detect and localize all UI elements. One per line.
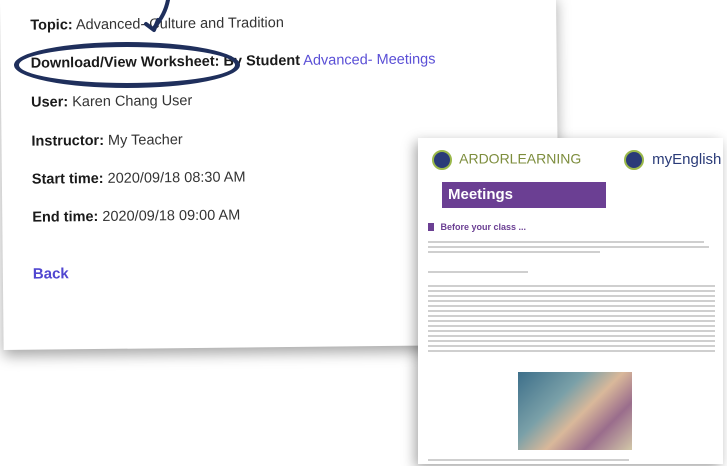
start-time-row: Start time: 2020/09/18 08:30 AM — [32, 169, 246, 187]
section-bullet-icon — [428, 223, 434, 231]
meeting-photo — [518, 372, 632, 450]
end-time-value: 2020/09/18 09:00 AM — [102, 207, 241, 225]
worksheet-preview: ARDORLEARNING myEnglish Meetings Before … — [418, 138, 723, 464]
exercise-instruction — [428, 268, 715, 276]
user-label: User: — [30, 94, 69, 111]
ardor-logo: ARDORLEARNING — [432, 150, 581, 170]
worksheet-title: Meetings — [442, 182, 606, 208]
worksheet-link[interactable]: Advanced- Meetings — [303, 51, 435, 68]
myenglish-logo-icon — [624, 150, 644, 170]
end-time-row: End time: 2020/09/18 09:00 AM — [32, 207, 240, 225]
highlight-oval — [14, 42, 240, 88]
footer-text-line — [428, 456, 715, 464]
end-time-label: End time: — [32, 208, 99, 226]
user-row: User: Karen Chang User — [31, 93, 192, 111]
matching-exercise — [428, 282, 715, 355]
myenglish-logo: myEnglish — [624, 150, 721, 170]
user-value: Karen Chang User — [72, 92, 193, 111]
ardor-logo-icon — [432, 150, 452, 170]
intro-text-lines — [428, 238, 715, 256]
back-link[interactable]: Back — [33, 265, 69, 282]
section-heading: Before your class ... — [428, 222, 526, 232]
instructor-value: My Teacher — [107, 132, 183, 149]
start-time-value: 2020/09/18 08:30 AM — [107, 169, 246, 187]
start-time-label: Start time: — [31, 170, 104, 188]
topic-label: Topic: — [30, 17, 73, 34]
pointer-arrow-icon — [144, 0, 170, 32]
instructor-label: Instructor: — [31, 132, 105, 150]
instructor-row: Instructor: My Teacher — [31, 132, 182, 150]
